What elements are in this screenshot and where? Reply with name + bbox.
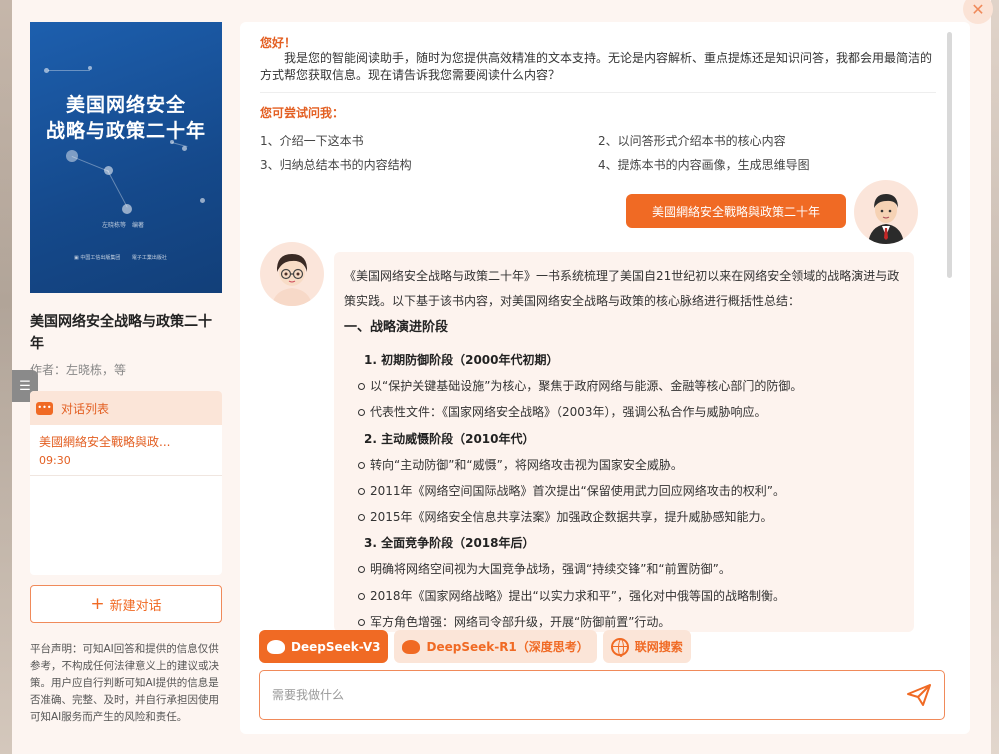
user-avatar <box>854 180 918 244</box>
cover-author: 左晓栋等 编著 <box>102 222 145 229</box>
whale-icon <box>402 639 421 654</box>
phase-bullet: 明确将网络空间视为大国竞争战场，强调“持续交锋”和“前置防御”。 <box>344 556 904 582</box>
background-right-strip <box>991 0 999 754</box>
close-icon[interactable]: ✕ <box>963 0 993 24</box>
book-title: 美国网络安全战略与政策二十年 <box>30 314 212 352</box>
assistant-section-heading: 一、战略演进阶段 <box>344 320 449 335</box>
suggestion-item[interactable]: 2、以问答形式介绍本书的核心内容 <box>598 132 786 149</box>
greeting-body: 我是您的智能阅读助手，随时为您提供高效精准的文本支持。无论是内容解析、重点提炼还… <box>260 51 933 82</box>
new-conversation-label: 新建对话 <box>109 598 162 614</box>
globe-icon <box>610 637 629 657</box>
platform-disclaimer: 平台声明：可知AI回答和提供的信息仅供参考，不构成任何法律意义上的建议或决策。用… <box>30 643 219 723</box>
book-author: 作者：左晓栋，等 <box>30 363 127 377</box>
model-deepseek-v3-button[interactable]: DeepSeek-V3 <box>259 630 389 663</box>
cover-title-line2: 战略与政策二十年 <box>45 120 206 142</box>
book-info-panel: 美国网络安全 战略与政策二十年 左晓栋等 编著 ▣ 中国工信出版集团 電子工業出… <box>30 22 222 378</box>
phase-bullet: 转向“主动防御”和“威慑”，将网络攻击视为国家安全威胁。 <box>344 452 904 478</box>
cover-publisher: ▣ 中国工信出版集团 電子工業出版社 <box>74 255 167 261</box>
suggestions-title: 您可尝试问我： <box>260 106 345 120</box>
web-search-button[interactable]: 联网搜索 <box>602 630 691 663</box>
chat-icon: ••• <box>36 401 53 415</box>
conversation-list-title: 对话列表 <box>61 401 110 416</box>
model-label: DeepSeek-V3 <box>291 639 381 654</box>
assistant-message-bubble: 《美国网络安全战略与政策二十年》一书系统梳理了美国自21世纪初以来在网络安全领域… <box>334 252 914 632</box>
message-input[interactable] <box>272 671 872 719</box>
divider <box>260 92 936 93</box>
conversation-item-time: 09:30 <box>39 454 71 467</box>
new-conversation-button[interactable]: + 新建对话 <box>30 585 222 623</box>
phase-bullet: 2015年《网络安全信息共享法案》加强政企数据共享，提升威胁感知能力。 <box>344 504 904 530</box>
phase-bullet: 以“保护关键基础设施”为核心，聚焦于政府网络与能源、金融等核心部门的防御。 <box>344 373 904 399</box>
greeting-title: 您好！ <box>260 36 297 50</box>
assistant-phase-list: 1. 初期防御阶段（2000年代初期） 以“保护关键基础设施”为核心，聚焦于政府… <box>344 347 904 632</box>
message-input-box <box>259 670 945 720</box>
phase-title: 2. 主动威慑阶段（2010年代） <box>364 431 535 446</box>
suggestion-item[interactable]: 1、介绍一下这本书 <box>260 132 364 149</box>
conversation-item[interactable]: 美國網絡安全戰略與政... 09:30 <box>30 425 222 476</box>
chat-panel: 您好！ 我是您的智能阅读助手，随时为您提供高效精准的文本支持。无论是内容解析、重… <box>240 22 970 734</box>
phase-bullet: 2018年《国家网络战略》提出“以实力求和平”，强化对中俄等国的战略制衡。 <box>344 583 904 609</box>
chat-scrollbar[interactable] <box>947 32 952 278</box>
model-label: 联网搜索 <box>634 640 683 654</box>
model-selector: DeepSeek-V3 DeepSeek-R1（深度思考） 联网搜索 <box>259 630 691 663</box>
suggestion-item[interactable]: 4、提炼本书的内容画像，生成思维导图 <box>598 156 810 173</box>
model-deepseek-r1-button[interactable]: DeepSeek-R1（深度思考） <box>394 630 597 663</box>
send-icon[interactable] <box>906 683 932 707</box>
suggestion-item[interactable]: 3、归纳总结本书的内容结构 <box>260 156 412 173</box>
assistant-avatar <box>260 242 324 306</box>
phase-bullet: 代表性文件：《国家网络安全战略》（2003年），强调公私合作与威胁响应。 <box>344 399 904 425</box>
book-cover: 美国网络安全 战略与政策二十年 左晓栋等 编著 ▣ 中国工信出版集团 電子工業出… <box>30 22 222 293</box>
conversation-list-header: ••• 对话列表 <box>30 391 222 425</box>
cover-title-line1: 美国网络安全 <box>65 94 186 116</box>
conversation-item-title: 美國網絡安全戰略與政... <box>39 435 171 449</box>
phase-bullet: 军方角色增强：网络司令部升级，开展“防御前置”行动。 <box>344 609 904 632</box>
model-label: DeepSeek-R1（深度思考） <box>426 640 589 654</box>
plus-icon: + <box>90 594 105 614</box>
phase-title: 1. 初期防御阶段（2000年代初期） <box>364 353 559 367</box>
phase-bullet: 2011年《网络空间国际战略》首次提出“保留使用武力回应网络攻击的权利”。 <box>344 478 904 504</box>
phase-title: 3. 全面竞争阶段（2018年后） <box>364 536 535 551</box>
reading-assistant-modal: ✕ ☰ 美国网络安全 战略与政策二十年 左晓栋等 编著 ▣ 中国工信出版集团 電… <box>12 0 993 754</box>
user-message-bubble: 美國網絡安全戰略與政策二十年 <box>626 194 846 228</box>
conversation-list: ••• 对话列表 美國網絡安全戰略與政... 09:30 <box>30 391 222 575</box>
whale-icon <box>267 639 285 654</box>
background-left-strip <box>0 0 12 754</box>
assistant-intro: 《美国网络安全战略与政策二十年》一书系统梳理了美国自21世纪初以来在网络安全领域… <box>344 269 900 308</box>
